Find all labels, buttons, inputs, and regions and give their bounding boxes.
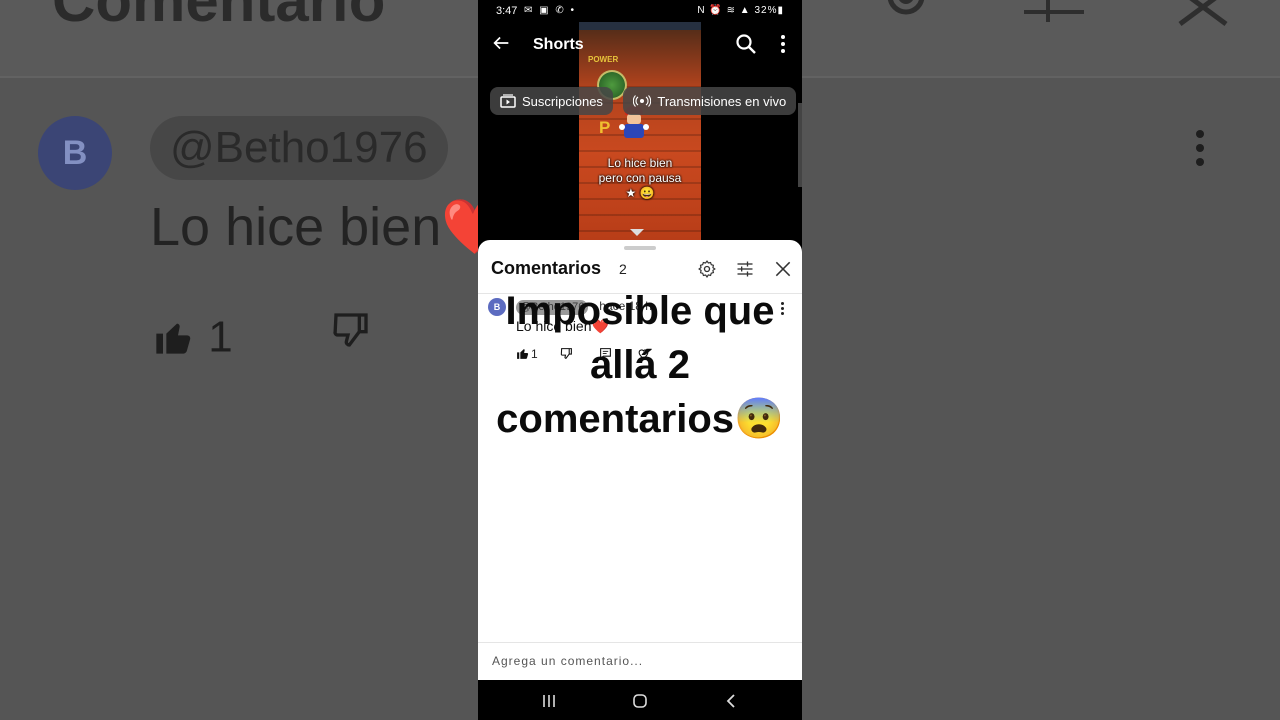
bg-thumbs-down-icon [333, 313, 368, 347]
scroll-edge [798, 103, 802, 187]
overlay-line2: allá 2 [589, 343, 691, 387]
page-title: Shorts [533, 36, 584, 53]
home-icon[interactable] [633, 694, 647, 708]
gear-icon[interactable] [697, 259, 717, 279]
shorts-top-bar: Shorts [478, 26, 802, 64]
filter-icon[interactable] [735, 259, 755, 279]
overlay-line1: Imposible que [505, 289, 775, 333]
video-caption-line2: pero con pausa [598, 171, 682, 185]
bg-more-icon [1196, 130, 1204, 172]
overlay-line3: comentarios😨 [496, 397, 784, 441]
system-nav-bar [478, 682, 802, 720]
comment-input-placeholder: Agrega un comentario... [492, 654, 644, 668]
bg-settings-icon [887, 0, 925, 15]
close-icon[interactable] [773, 259, 793, 279]
status-system-icons: N ⏰ ≋ ▲ 32%▮ [697, 5, 784, 16]
video-caption-emoji: ★ 😀 [625, 186, 655, 200]
drag-handle[interactable] [624, 246, 656, 250]
video-caption-line1: Lo hice bien [607, 156, 673, 170]
recents-icon[interactable] [541, 694, 557, 708]
phone-screen: 3:47 ✉ ▣ ✆ • N ⏰ ≋ ▲ 32%▮ POWER P Lo hic… [478, 0, 802, 720]
bg-handle: @Betho1976 [150, 116, 448, 180]
bg-like: 1 [150, 310, 233, 362]
live-icon [633, 95, 652, 107]
bg-dislike [328, 310, 374, 361]
game-letter: P [599, 118, 611, 137]
more-vert-icon[interactable] [773, 34, 793, 54]
video-caption: Lo hice bien pero con pausa ★ 😀 [579, 156, 701, 201]
bg-title: Comentario [52, 0, 386, 34]
chip-subscriptions[interactable]: Suscripciones [490, 87, 613, 115]
chip-live-label: Transmisiones en vivo [657, 93, 787, 109]
bg-like-count: 1 [208, 312, 233, 362]
status-time: 3:47 [496, 5, 518, 17]
status-notification-icons: ✉ ▣ ✆ • [524, 5, 577, 16]
bg-avatar: B [38, 116, 112, 190]
comments-title: Comentarios [491, 258, 602, 278]
comments-count: 2 [619, 261, 627, 277]
bg-filter-icon [1024, 0, 1084, 22]
back-arrow-icon[interactable] [490, 32, 512, 54]
overlay-caption: Imposible que allá 2 comentarios😨 [478, 284, 802, 446]
subscriptions-icon [500, 94, 516, 108]
chip-subscriptions-label: Suscripciones [522, 93, 603, 109]
status-bar: 3:47 ✉ ▣ ✆ • N ⏰ ≋ ▲ 32%▮ [478, 0, 802, 24]
chip-live[interactable]: Transmisiones en vivo [623, 87, 797, 115]
back-icon[interactable] [725, 694, 739, 708]
bg-close-icon [1178, 0, 1228, 27]
bg-thumbs-up-icon [156, 324, 191, 355]
comment-input-bar[interactable]: Agrega un comentario... [478, 642, 802, 680]
chevron-down-icon [630, 229, 644, 236]
bg-comment-text: Lo hice bien❤️ [150, 197, 509, 257]
shorts-chips: Suscripciones Transmisiones en vivo [490, 87, 802, 115]
search-icon[interactable] [734, 32, 758, 56]
